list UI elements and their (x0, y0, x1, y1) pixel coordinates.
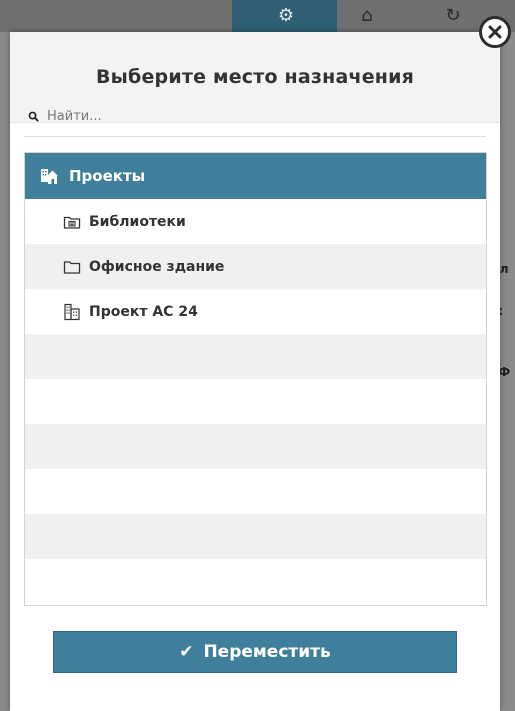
tree-empty-row (25, 334, 486, 379)
tree-item-label: Офисное здание (89, 258, 225, 275)
tree-item-libraries[interactable]: Библиотеки (25, 199, 486, 244)
gear-icon: ⚙ (277, 5, 295, 26)
tree-empty-row (25, 469, 486, 514)
library-folder-icon (63, 216, 81, 229)
search-icon (28, 111, 39, 122)
buildings-icon (41, 169, 58, 184)
refresh-icon: ↻ (445, 5, 461, 26)
destination-tree: Проекты Библиотеки Офисное здание Проект… (24, 152, 487, 606)
search-input[interactable] (45, 107, 469, 125)
move-button-label: Переместить (203, 642, 331, 662)
dialog-title: Выберите место назначения (95, 66, 415, 88)
move-button[interactable]: ✔ Переместить (53, 631, 457, 673)
tree-empty-row (25, 559, 486, 604)
tree-empty-row (25, 514, 486, 559)
folder-icon (63, 260, 81, 274)
checkmark-icon: ✔ (179, 642, 194, 662)
destination-dialog: Выберите место назначения Проекты (10, 32, 500, 711)
close-button[interactable] (479, 16, 511, 48)
tree-empty-row (25, 379, 486, 424)
close-icon (488, 25, 502, 39)
tree-item-project-as24[interactable]: Проект АС 24 (25, 289, 486, 334)
tree-item-label: Проект АС 24 (89, 303, 198, 320)
building-icon (64, 303, 80, 320)
background-left-strip (0, 32, 10, 711)
search-box (24, 96, 486, 137)
tree-root-projects[interactable]: Проекты (25, 153, 486, 199)
tree-item-office-building[interactable]: Офисное здание (25, 244, 486, 289)
home-icon: ⌂ (361, 5, 373, 26)
background-toolbar: ⚙ ⌂ ↻ (0, 0, 515, 32)
tree-item-label: Библиотеки (89, 213, 186, 230)
tree-root-label: Проекты (69, 167, 146, 185)
tree-empty-row (25, 424, 486, 469)
